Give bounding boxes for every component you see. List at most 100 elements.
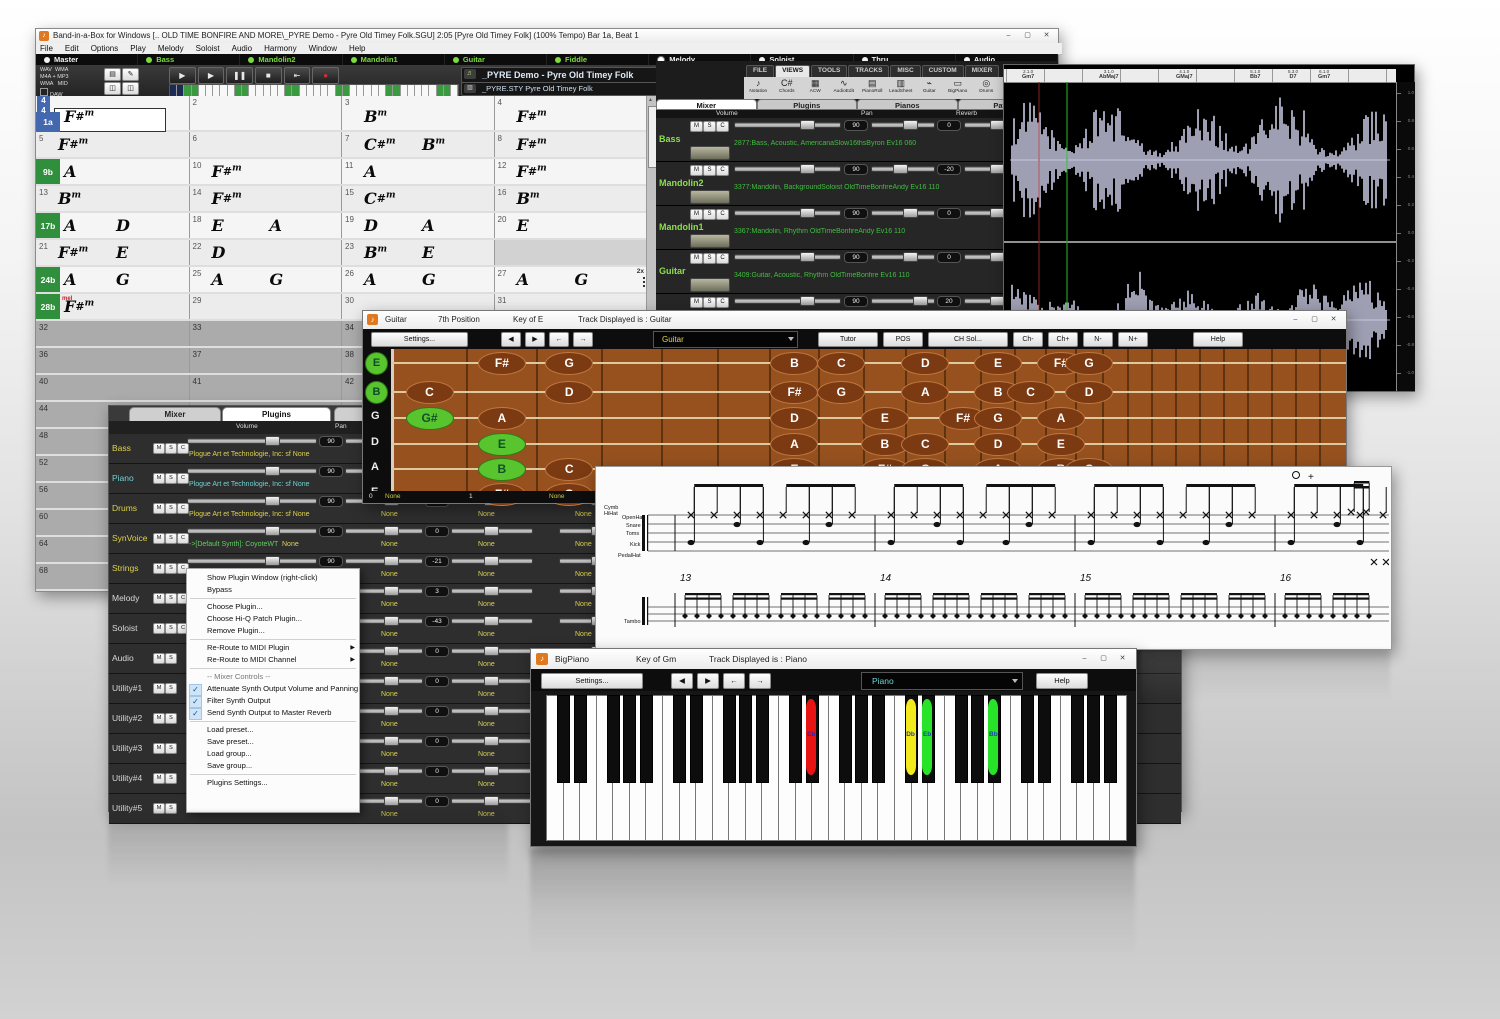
highlighted-note-bb[interactable]: Bb xyxy=(988,699,998,775)
chart-bar-cell[interactable]: 40 xyxy=(36,375,189,400)
slider-thumb[interactable] xyxy=(384,766,399,776)
plugin-slot-none[interactable]: None xyxy=(575,511,592,518)
chord-symbol[interactable]: D xyxy=(212,245,226,261)
plugin-slot-none[interactable]: None xyxy=(381,691,398,698)
plugin-slot-none[interactable]: None xyxy=(381,751,398,758)
chord-symbol[interactable]: C#m xyxy=(364,137,395,153)
slider-thumb[interactable] xyxy=(384,676,399,686)
track-button-master[interactable]: Master xyxy=(36,54,138,65)
ribbon-icon-chords[interactable]: C#Chords xyxy=(773,77,802,99)
piano-nav-3[interactable]: → xyxy=(749,673,771,689)
guitar-button-chsol[interactable]: CH Sol... xyxy=(928,332,1008,347)
pan-slider[interactable] xyxy=(871,298,935,304)
ribbon-icon-acw[interactable]: ▦ACW xyxy=(801,77,830,99)
plugin-slider-3[interactable] xyxy=(451,528,533,534)
plugin-c-button[interactable]: C xyxy=(177,533,189,544)
plugin-track-name[interactable]: Soloist xyxy=(112,623,138,633)
plugin-c-button[interactable]: C xyxy=(177,443,189,454)
chart-bar-cell[interactable]: 17bAD xyxy=(36,213,189,238)
plugin-m-button[interactable]: M xyxy=(153,743,165,754)
slider-thumb[interactable] xyxy=(903,252,918,262)
fret-note-c[interactable]: C xyxy=(1007,381,1055,404)
plugin-slot-none[interactable]: None xyxy=(575,541,592,548)
chord-symbol[interactable]: A xyxy=(64,218,76,234)
slider-thumb[interactable] xyxy=(265,526,280,536)
chart-bar-cell[interactable]: 11A xyxy=(341,159,495,184)
black-key[interactable] xyxy=(872,695,885,783)
slider-thumb[interactable] xyxy=(484,646,499,656)
black-key[interactable] xyxy=(1104,695,1117,783)
plugin-slot2-none[interactable]: None xyxy=(282,541,299,548)
plugin-slider-3[interactable] xyxy=(451,798,533,804)
pan-slider[interactable] xyxy=(871,210,935,216)
menu-edit[interactable]: Edit xyxy=(65,44,79,53)
fret-note-d[interactable]: D xyxy=(974,433,1022,456)
plugin-track-name[interactable]: Audio xyxy=(112,653,134,663)
volume-slider[interactable] xyxy=(734,166,841,172)
plugin-slot-none[interactable]: None xyxy=(478,601,495,608)
slider-thumb[interactable] xyxy=(265,436,280,446)
slider-thumb[interactable] xyxy=(484,766,499,776)
chart-bar-cell[interactable]: 23BmE xyxy=(341,240,495,265)
pan-slider[interactable] xyxy=(871,254,935,260)
pan-slider[interactable] xyxy=(871,122,935,128)
slider-thumb[interactable] xyxy=(384,796,399,806)
plugin-s-button[interactable]: S xyxy=(165,563,177,574)
scroll-up-icon[interactable]: ▲ xyxy=(648,97,653,103)
plugin-slider-3[interactable] xyxy=(451,648,533,654)
guitar-button-ch-[interactable]: Ch- xyxy=(1013,332,1043,347)
plugin-s-button[interactable]: S xyxy=(165,443,177,454)
ribbon-tab-tools[interactable]: TOOLS xyxy=(811,65,847,77)
guitar-string[interactable] xyxy=(391,362,1346,364)
slider-thumb[interactable] xyxy=(384,556,399,566)
plugin-pan-slider[interactable] xyxy=(345,558,423,564)
black-key[interactable] xyxy=(1038,695,1051,783)
fret-note-e[interactable]: E xyxy=(478,433,526,456)
guitar-string[interactable] xyxy=(391,391,1346,393)
plugin-slot-name[interactable]: Plogue Art et Technologie, Inc: sf None xyxy=(189,451,310,458)
context-menu-item[interactable]: Load group... xyxy=(187,748,359,760)
track-c-button[interactable]: C xyxy=(716,165,729,176)
context-menu-item[interactable]: ✓Send Synth Output to Master Reverb xyxy=(187,707,359,719)
chord-symbol[interactable]: F#m xyxy=(64,299,94,315)
plugin-slot-none[interactable]: None xyxy=(575,631,592,638)
black-key[interactable] xyxy=(789,695,802,783)
chart-bar-cell[interactable]: 28bmelF#m xyxy=(36,294,189,319)
menu-options[interactable]: Options xyxy=(91,44,119,53)
black-key[interactable] xyxy=(1071,695,1084,783)
guitar-nav-0[interactable]: ◀ xyxy=(501,332,521,347)
fret-note-g[interactable]: G xyxy=(1065,352,1113,375)
black-key[interactable] xyxy=(1021,695,1034,783)
plugin-track-name[interactable]: Piano xyxy=(112,473,134,483)
chord-symbol[interactable]: D xyxy=(116,218,130,234)
chart-bar-cell[interactable]: 4F#m xyxy=(494,96,647,130)
transport-pause-button[interactable]: ❚❚ xyxy=(226,67,253,84)
plugin-c-button[interactable]: C xyxy=(177,473,189,484)
plugin-track-name[interactable]: Drums xyxy=(112,503,137,513)
chart-bar-cell[interactable]: 37 xyxy=(189,348,343,373)
context-menu-item[interactable]: Save preset... xyxy=(187,736,359,748)
slider-thumb[interactable] xyxy=(903,120,918,130)
slider-thumb[interactable] xyxy=(384,646,399,656)
track-button-fiddle[interactable]: Fiddle xyxy=(547,54,649,65)
chart-bar-cell[interactable] xyxy=(494,240,647,265)
black-key[interactable] xyxy=(756,695,769,783)
mixer-track-name[interactable]: Mandolin2 xyxy=(659,178,704,188)
plugin-slot-none[interactable]: None xyxy=(478,721,495,728)
guitar-nav-1[interactable]: ▶ xyxy=(525,332,545,347)
chord-symbol[interactable]: Bm xyxy=(422,137,445,153)
menu-file[interactable]: File xyxy=(40,44,53,53)
mixer-track-name[interactable]: Bass xyxy=(659,134,681,144)
piano-nav-2[interactable]: ← xyxy=(723,673,745,689)
slider-thumb[interactable] xyxy=(484,526,499,536)
piano-help-button[interactable]: Help xyxy=(1036,673,1088,689)
chart-bar-cell[interactable]: 10F#m xyxy=(189,159,343,184)
volume-slider[interactable] xyxy=(734,254,841,260)
plugin-slider-3[interactable] xyxy=(451,618,533,624)
black-key[interactable] xyxy=(723,695,736,783)
slider-thumb[interactable] xyxy=(484,736,499,746)
mixer-fader-cap[interactable] xyxy=(690,234,730,248)
transport-stop-button[interactable]: ■ xyxy=(255,67,282,84)
plugin-slot-none[interactable]: None xyxy=(381,631,398,638)
black-key[interactable] xyxy=(623,695,636,783)
